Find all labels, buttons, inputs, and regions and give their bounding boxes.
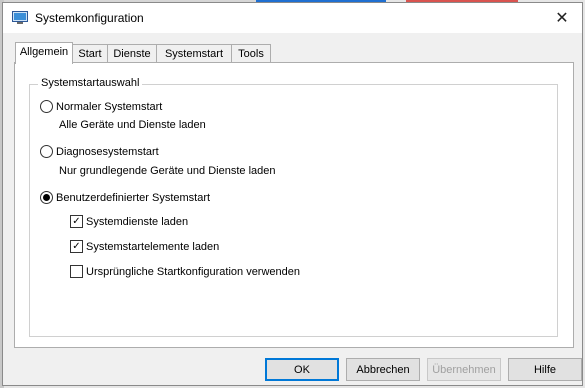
diagnostic-startup-description: Nur grundlegende Geräte und Dienste lade… — [59, 165, 276, 177]
checkmark-icon: ✓ — [72, 240, 81, 252]
normal-startup-description: Alle Geräte und Dienste laden — [59, 119, 206, 131]
window-title: Systemkonfiguration — [35, 11, 144, 25]
checkbox-label: Systemstartelemente laden — [86, 240, 220, 253]
radio-diagnostic-indicator[interactable] — [40, 145, 53, 158]
cancel-button-label: Abbrechen — [356, 363, 410, 376]
ok-button-label: OK — [294, 363, 310, 376]
dialog-window: Systemkonfiguration ✕ Allgemein Start Di… — [2, 2, 583, 386]
tab-panel-allgemein: Systemstartauswahl Normaler Systemstart … — [14, 62, 574, 348]
tab-label: Tools — [238, 48, 264, 60]
checkbox-label: Ursprüngliche Startkonfiguration verwend… — [86, 265, 301, 278]
group-legend: Systemstartauswahl — [38, 77, 143, 89]
msconfig-app-icon — [12, 11, 28, 24]
close-button[interactable]: ✕ — [542, 3, 582, 33]
tab-allgemein[interactable]: Allgemein — [15, 42, 73, 64]
checkbox-use-original-boot-config[interactable]: Ursprüngliche Startkonfiguration verwend… — [70, 265, 300, 278]
radio-selective-indicator[interactable] — [40, 191, 53, 204]
radio-diagnostic-label: Diagnosesystemstart — [56, 145, 159, 158]
radio-normal-label: Normaler Systemstart — [56, 100, 163, 113]
tab-label: Dienste — [113, 48, 151, 60]
help-button[interactable]: Hilfe — [508, 358, 582, 381]
cancel-button[interactable]: Abbrechen — [346, 358, 420, 381]
radio-selective-label: Benutzerdefinierter Systemstart — [56, 191, 211, 204]
close-icon: ✕ — [555, 10, 569, 27]
checkbox-label: Systemdienste laden — [86, 215, 189, 228]
apply-button[interactable]: Übernehmen — [427, 358, 501, 381]
tab-label: Start — [78, 48, 102, 60]
apply-button-label: Übernehmen — [432, 363, 496, 376]
tab-start[interactable]: Start — [72, 44, 108, 63]
tab-dienste[interactable]: Dienste — [107, 44, 157, 63]
checkbox-load-system-services[interactable]: ✓ Systemdienste laden — [70, 215, 188, 228]
startup-selection-group: Systemstartauswahl Normaler Systemstart … — [29, 77, 558, 337]
title-bar: Systemkonfiguration ✕ — [3, 3, 582, 33]
checkmark-icon: ✓ — [72, 215, 81, 227]
tab-systemstart[interactable]: Systemstart — [156, 44, 232, 63]
ok-button[interactable]: OK — [265, 358, 339, 381]
help-button-label: Hilfe — [533, 363, 556, 376]
radio-normal-indicator[interactable] — [40, 100, 53, 113]
tab-tools[interactable]: Tools — [231, 44, 271, 63]
checkbox-indicator[interactable] — [70, 265, 83, 278]
radio-diagnostic-startup[interactable]: Diagnosesystemstart — [40, 145, 159, 158]
checkbox-load-startup-items[interactable]: ✓ Systemstartelemente laden — [70, 240, 219, 253]
radio-normal-startup[interactable]: Normaler Systemstart — [40, 100, 162, 113]
checkbox-indicator[interactable]: ✓ — [70, 240, 83, 253]
tab-label: Allgemein — [19, 46, 69, 58]
tab-label: Systemstart — [164, 48, 224, 60]
checkbox-indicator[interactable]: ✓ — [70, 215, 83, 228]
radio-selective-startup[interactable]: Benutzerdefinierter Systemstart — [40, 191, 210, 204]
